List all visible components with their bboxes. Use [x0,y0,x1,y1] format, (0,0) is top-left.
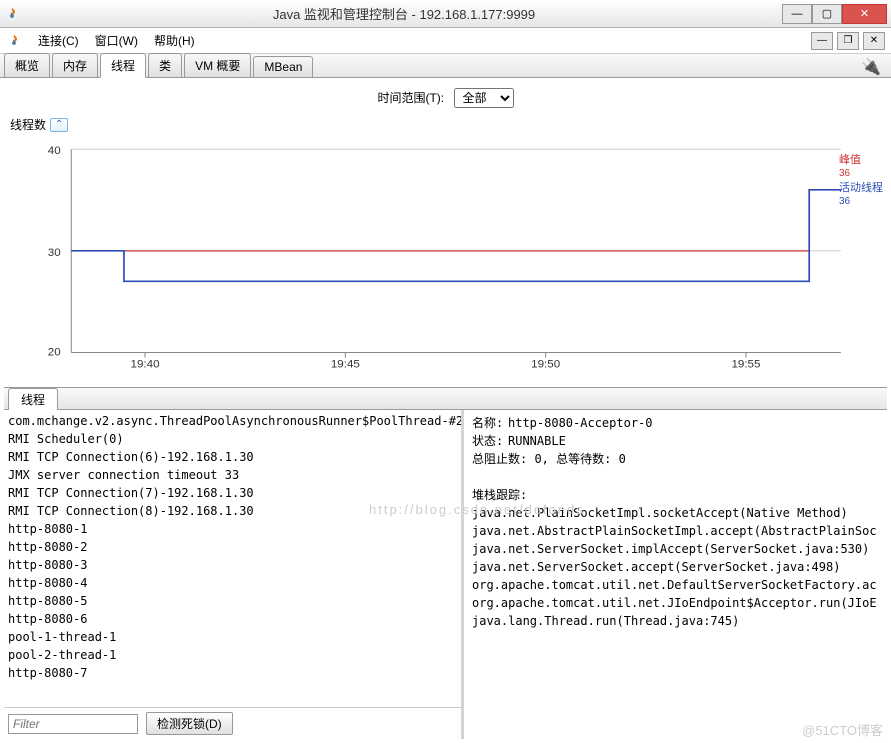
thread-chart: 40 30 20 19:40 19:45 19:50 19:55 峰值 36 活… [4,135,887,383]
legend-active-label: 活动线程 [839,181,883,195]
detect-deadlock-button[interactable]: 检测死锁(D) [146,712,233,735]
bottom-panel: 线程 com.mchange.v2.async.ThreadPoolAsynch… [4,387,887,739]
window-title: Java 监视和管理控制台 - 192.168.1.177:9999 [26,4,782,23]
java-icon [4,6,20,22]
java-icon [6,33,22,49]
tab-overview[interactable]: 概览 [4,53,50,77]
chart-legend: 峰值 36 活动线程 36 [839,153,883,209]
tab-classes[interactable]: 类 [148,53,182,77]
thread-detail[interactable]: 名称: http-8080-Acceptor-0状态: RUNNABLE总阻止数… [464,410,887,739]
thread-list-item[interactable]: http-8080-6 [8,610,457,628]
svg-text:19:40: 19:40 [131,359,160,371]
tab-vm[interactable]: VM 概要 [184,53,251,77]
filter-row: 检测死锁(D) [4,707,461,739]
inner-minimize-button[interactable]: — [811,32,833,50]
bottom-tabbar: 线程 [4,388,887,410]
chart-collapse-button[interactable]: ⌃ [50,118,68,132]
filter-input[interactable] [8,714,138,734]
svg-text:40: 40 [48,145,61,157]
bottom-tab-threads[interactable]: 线程 [8,388,58,410]
thread-list-item[interactable]: RMI TCP Connection(6)-192.168.1.30 [8,448,457,466]
main-tabbar: 概览 内存 线程 类 VM 概要 MBean 🔌 [0,54,891,78]
thread-list-item[interactable]: RMI TCP Connection(8)-192.168.1.30 [8,502,457,520]
thread-list-item[interactable]: http-8080-1 [8,520,457,538]
legend-peak-label: 峰值 [839,153,883,167]
stack-frame: java.net.PlainSocketImpl.socketAccept(Na… [472,504,879,522]
menu-connect[interactable]: 连接(C) [30,32,87,49]
svg-text:19:45: 19:45 [331,359,360,371]
time-range-select[interactable]: 全部 [454,88,514,108]
inner-close-button[interactable]: ✕ [863,32,885,50]
stack-frame: java.net.AbstractPlainSocketImpl.accept(… [472,522,879,540]
legend-peak-value: 36 [839,167,883,181]
thread-list-pane: com.mchange.v2.async.ThreadPoolAsynchron… [4,410,464,739]
stack-frame: org.apache.tomcat.util.net.JIoEndpoint$A… [472,594,879,612]
menu-help[interactable]: 帮助(H) [146,32,203,49]
thread-list-item[interactable]: http-8080-4 [8,574,457,592]
thread-detail-pane: 名称: http-8080-Acceptor-0状态: RUNNABLE总阻止数… [464,410,887,739]
thread-list-item[interactable]: com.mchange.v2.async.ThreadPoolAsynchron… [8,412,457,430]
menu-window[interactable]: 窗口(W) [87,32,146,49]
time-range-label: 时间范围(T): [377,91,444,105]
svg-text:20: 20 [48,347,61,359]
thread-list[interactable]: com.mchange.v2.async.ThreadPoolAsynchron… [4,410,461,707]
stack-frame: java.lang.Thread.run(Thread.java:745) [472,612,879,630]
content-area: 时间范围(T): 全部 线程数 ⌃ 40 30 20 19:40 19:45 1… [0,78,891,743]
thread-list-item[interactable]: JMX server connection timeout 33 [8,466,457,484]
tab-threads[interactable]: 线程 [100,53,146,78]
stack-frame: org.apache.tomcat.util.net.DefaultServer… [472,576,879,594]
svg-text:19:50: 19:50 [531,359,560,371]
thread-list-item[interactable]: http-8080-3 [8,556,457,574]
thread-list-item[interactable]: RMI Scheduler(0) [8,430,457,448]
menubar: 连接(C) 窗口(W) 帮助(H) — ❐ ✕ [0,28,891,54]
stack-frame: java.net.ServerSocket.implAccept(ServerS… [472,540,879,558]
thread-list-item[interactable]: pool-1-thread-1 [8,628,457,646]
tab-memory[interactable]: 内存 [52,53,98,77]
thread-list-item[interactable]: http-8080-7 [8,664,457,682]
minimize-button[interactable]: — [782,4,812,24]
thread-list-item[interactable]: http-8080-2 [8,538,457,556]
chart-header: 线程数 ⌃ [4,114,887,135]
stack-frame: java.net.ServerSocket.accept(ServerSocke… [472,558,879,576]
thread-list-item[interactable]: RMI TCP Connection(7)-192.168.1.30 [8,484,457,502]
svg-text:19:55: 19:55 [731,359,760,371]
connection-status-icon: 🔌 [861,57,881,77]
maximize-button[interactable]: ▢ [812,4,842,24]
svg-text:30: 30 [48,247,61,259]
inner-restore-button[interactable]: ❐ [837,32,859,50]
thread-list-item[interactable]: pool-2-thread-1 [8,646,457,664]
legend-active-value: 36 [839,195,883,209]
chart-title: 线程数 [10,116,46,133]
time-range-row: 时间范围(T): 全部 [4,82,887,114]
window-titlebar: Java 监视和管理控制台 - 192.168.1.177:9999 — ▢ ✕ [0,0,891,28]
tab-mbean[interactable]: MBean [253,56,313,77]
thread-list-item[interactable]: http-8080-5 [8,592,457,610]
close-button[interactable]: ✕ [842,4,887,24]
